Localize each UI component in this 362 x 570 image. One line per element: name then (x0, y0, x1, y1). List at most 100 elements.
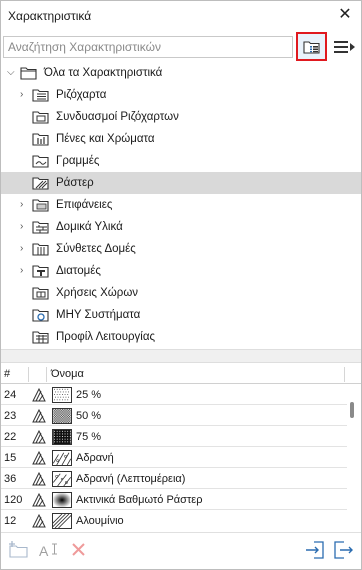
new-folder-button[interactable] (8, 540, 32, 562)
table-row[interactable]: 23 50 % (1, 406, 347, 426)
tree-item-fills[interactable]: Ράστερ (1, 172, 361, 194)
row-number: 12 (4, 515, 17, 527)
column-divider[interactable] (46, 367, 47, 382)
folder-icon (20, 67, 37, 80)
tree-item-label: ΜΗΥ Συστήματα (56, 309, 141, 321)
tree-item-mep-systems[interactable]: ΜΗΥ Συστήματα (1, 304, 361, 326)
tree-item-label: Προφίλ Λειτουργίας (56, 331, 156, 343)
zone-categories-folder-icon (32, 287, 49, 300)
fill-type-icon (32, 451, 46, 465)
composites-folder-icon (32, 243, 49, 256)
fill-type-icon (32, 514, 46, 528)
search-row (3, 32, 359, 61)
tree-item-label: Σύνθετες Δομές (56, 243, 136, 255)
column-header-number[interactable]: # (4, 368, 10, 380)
export-button[interactable] (332, 540, 356, 562)
tree-item-composites[interactable]: › Σύνθετες Δομές (1, 238, 361, 260)
tree-item-label: Επιφάνειες (56, 199, 113, 211)
list-menu-button[interactable] (333, 38, 357, 56)
table-row[interactable]: 15 Αδρανή (1, 448, 347, 468)
fill-type-icon (32, 493, 46, 507)
chevron-right-icon[interactable]: › (20, 243, 30, 255)
fills-folder-icon (32, 177, 49, 190)
tree-item-zone-categories[interactable]: Χρήσεις Χώρων (1, 282, 361, 304)
tree-item-profiles[interactable]: › Διατομές (1, 260, 361, 282)
row-name: 75 % (76, 431, 102, 443)
fill-type-icon (32, 409, 46, 423)
table-row[interactable]: 12 Αλουμίνιο (1, 511, 347, 530)
fill-pattern-swatch (52, 387, 72, 403)
fill-pattern-swatch (52, 513, 72, 529)
row-name: Ακτινικά Βαθμωτό Ράστερ (76, 494, 203, 506)
tree-root-all-attributes[interactable]: ⌵ Όλα τα Χαρακτηριστικά (1, 62, 361, 84)
search-input[interactable] (3, 36, 293, 58)
chevron-right-icon[interactable]: › (20, 89, 30, 101)
tree-item-label: Γραμμές (56, 155, 100, 167)
fill-pattern-swatch (52, 492, 72, 508)
row-name: 25 % (76, 389, 102, 401)
tree-item-layer-combinations[interactable]: Συνδυασμοί Ριζόχαρτων (1, 106, 361, 128)
fill-type-icon (32, 430, 46, 444)
row-number: 22 (4, 431, 17, 443)
line-types-folder-icon (32, 155, 49, 168)
chevron-right-icon[interactable]: › (20, 199, 30, 211)
row-name: Αλουμίνιο (76, 515, 124, 527)
tree-item-label: Χρήσεις Χώρων (56, 287, 139, 299)
fill-pattern-swatch (52, 429, 72, 445)
column-divider[interactable] (344, 367, 345, 382)
row-name: Αδρανή (76, 452, 114, 464)
column-header-name[interactable]: Όνομα (51, 368, 84, 380)
tree-item-label: Ριζόχαρτα (56, 89, 107, 101)
fill-pattern-swatch (52, 450, 72, 466)
layers-folder-icon (32, 89, 49, 102)
operation-profiles-folder-icon (32, 331, 49, 344)
table-row[interactable]: 24 25 % (1, 385, 347, 405)
rename-button[interactable]: A (38, 540, 62, 562)
delete-icon (72, 543, 85, 556)
tree-item-surfaces[interactable]: › Επιφάνειες (1, 194, 361, 216)
close-icon[interactable]: ✕ (335, 5, 355, 25)
pens-folder-icon (32, 133, 49, 146)
folder-list-view-button[interactable] (296, 32, 327, 61)
chevron-right-icon[interactable]: › (20, 221, 30, 233)
table-scrollbar[interactable] (350, 402, 354, 418)
row-number: 24 (4, 389, 17, 401)
pane-splitter[interactable] (1, 349, 361, 363)
export-icon (334, 541, 353, 559)
layer-combinations-folder-icon (32, 111, 49, 124)
rename-icon: A (39, 543, 57, 559)
tree-item-pens-colors[interactable]: Πένες και Χρώματα (1, 128, 361, 150)
tree-item-layers[interactable]: › Ριζόχαρτα (1, 84, 361, 106)
window-title: Χαρακτηριστικά (8, 9, 92, 23)
row-number: 23 (4, 410, 17, 422)
column-divider[interactable] (28, 367, 29, 382)
new-folder-icon (9, 541, 28, 558)
import-button[interactable] (304, 540, 328, 562)
tree-item-label: Όλα τα Χαρακτηριστικά (44, 67, 163, 79)
row-number: 120 (4, 494, 23, 506)
table-header: # Όνομα (1, 365, 361, 384)
tree-item-building-materials[interactable]: › Δομικά Υλικά (1, 216, 361, 238)
delete-button[interactable] (68, 540, 92, 562)
svg-text:A: A (39, 543, 49, 559)
building-materials-folder-icon (32, 221, 49, 234)
import-icon (306, 541, 324, 559)
tree-item-operation-profiles[interactable]: Προφίλ Λειτουργίας (1, 326, 361, 348)
folder-list-view-icon (303, 41, 320, 54)
table-row[interactable]: 120 Ακτινικά Βαθμωτό Ράστερ (1, 490, 347, 510)
surfaces-folder-icon (32, 199, 49, 212)
footer-toolbar: A (1, 532, 361, 569)
tree-item-label: Πένες και Χρώματα (56, 133, 155, 145)
fill-pattern-swatch (52, 471, 72, 487)
tree-item-label: Διατομές (56, 265, 101, 277)
table-row[interactable]: 22 75 % (1, 427, 347, 447)
title-bar: Χαρακτηριστικά ✕ (0, 0, 362, 30)
mep-systems-folder-icon (32, 309, 49, 322)
chevron-down-icon[interactable]: ⌵ (7, 67, 17, 79)
table-row[interactable]: 36 Αδρανή (Λεπτομέρεια) (1, 469, 347, 489)
chevron-right-icon[interactable]: › (20, 265, 30, 277)
row-name: 50 % (76, 410, 102, 422)
attributes-tree: ⌵ Όλα τα Χαρακτηριστικά › Ριζόχαρτα Συνδ… (1, 62, 361, 348)
row-number: 15 (4, 452, 17, 464)
tree-item-line-types[interactable]: Γραμμές (1, 150, 361, 172)
